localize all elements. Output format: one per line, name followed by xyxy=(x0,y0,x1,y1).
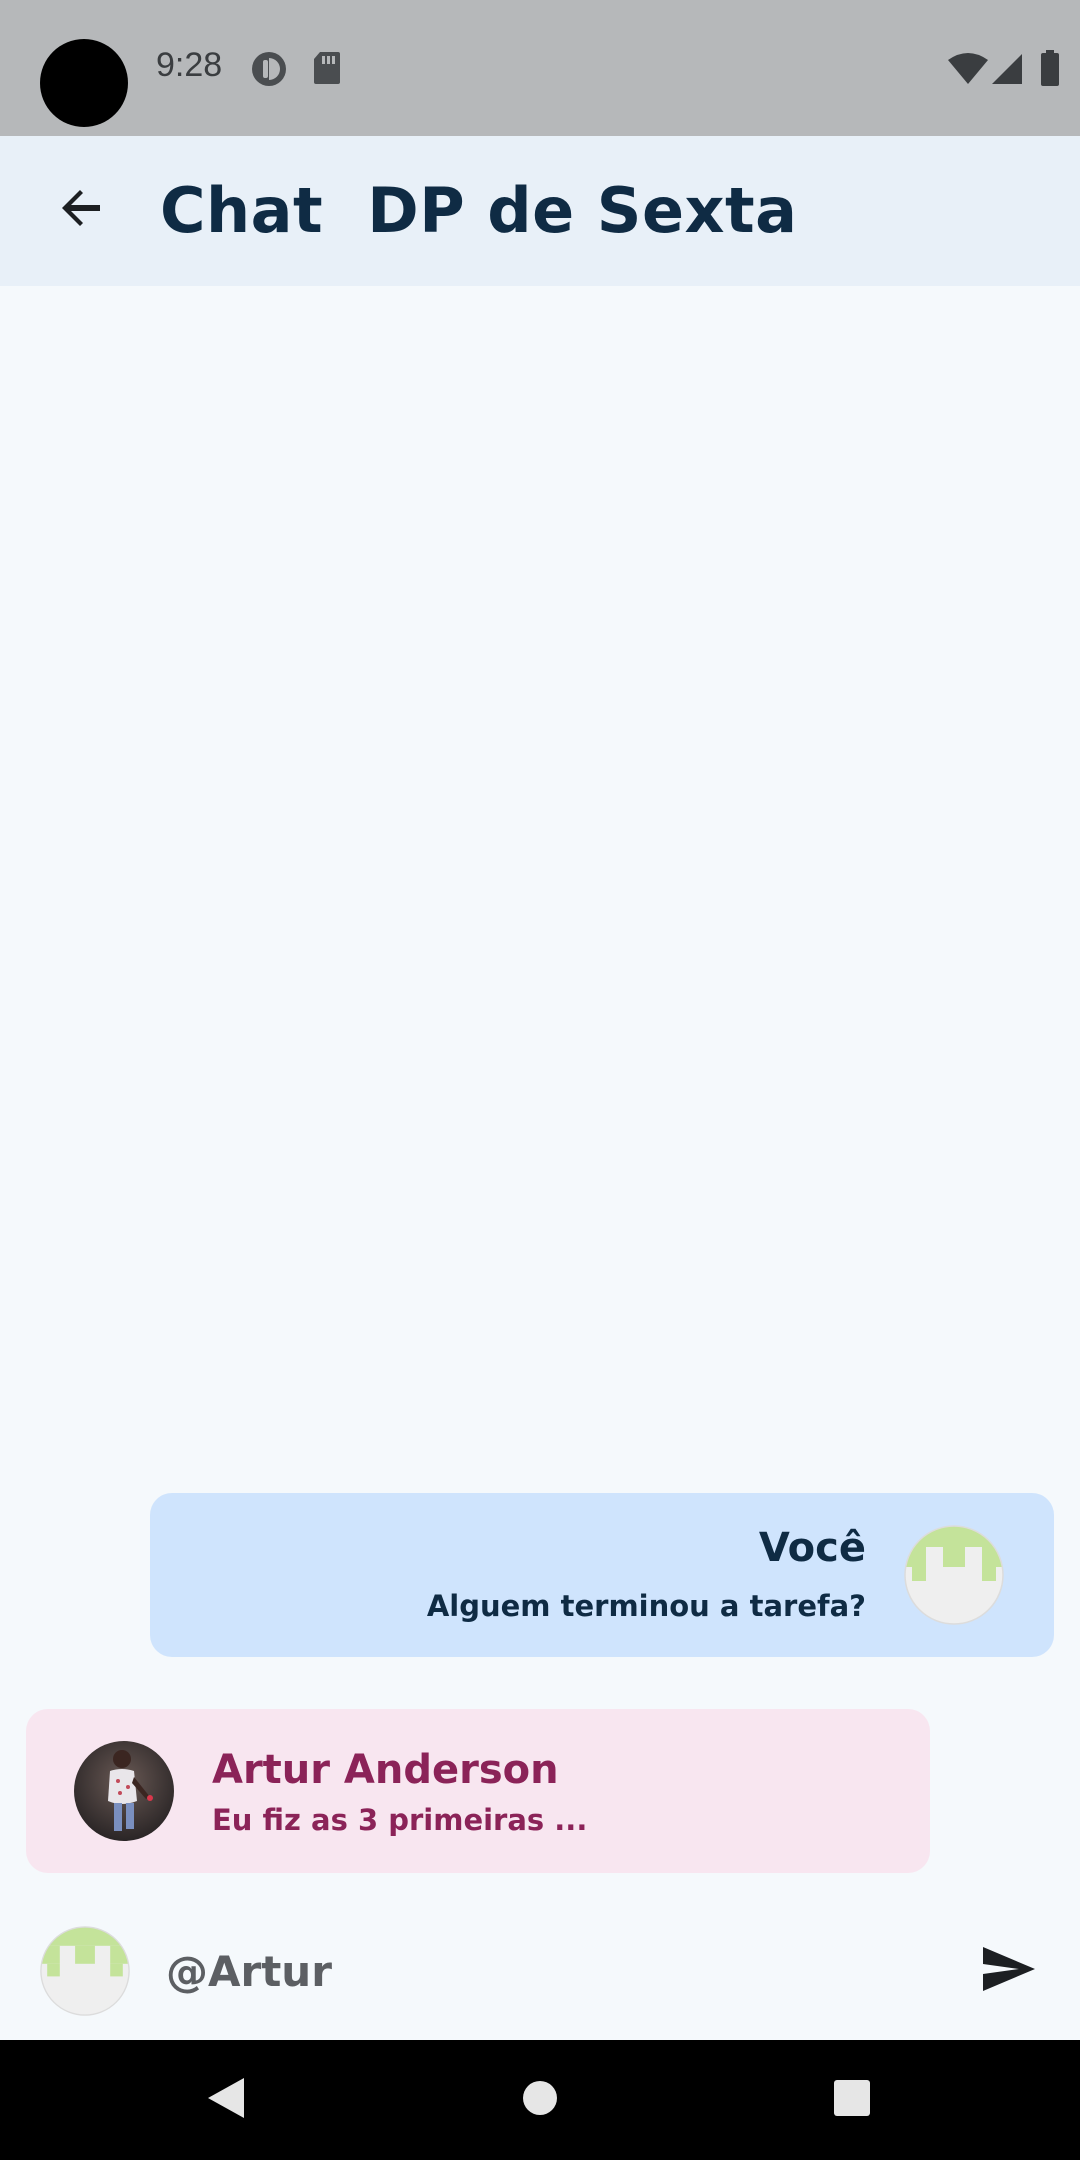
avatar[interactable] xyxy=(74,1741,174,1841)
nav-home-button[interactable] xyxy=(510,2070,570,2130)
message-author: Artur Anderson xyxy=(212,1747,559,1793)
message-composer xyxy=(0,1900,1080,2040)
system-nav-bar xyxy=(0,2040,1080,2160)
home-circle-icon xyxy=(520,2078,560,2123)
camera-cutout xyxy=(40,39,128,127)
message-bubble-self[interactable]: Você Alguem terminou a tarefa? xyxy=(150,1493,1054,1657)
chat-screen: 9:28 Chat DP de Sexta Você Alguem termin… xyxy=(0,0,1080,2160)
send-icon xyxy=(981,1945,1037,1998)
battery-icon xyxy=(1040,50,1060,91)
page-title: Chat DP de Sexta xyxy=(160,174,798,247)
avatar[interactable] xyxy=(904,1525,1004,1625)
message-bubble-other[interactable]: Artur Anderson Eu fiz as 3 primeiras ... xyxy=(26,1709,930,1873)
data-saver-icon xyxy=(250,50,288,93)
message-input[interactable] xyxy=(166,1936,946,2006)
status-bar: 9:28 xyxy=(0,0,1080,136)
back-triangle-icon xyxy=(204,2076,248,2125)
app-bar: Chat DP de Sexta xyxy=(0,136,1080,286)
nav-back-button[interactable] xyxy=(196,2070,256,2130)
send-button[interactable] xyxy=(974,1936,1044,2006)
message-text: Eu fiz as 3 primeiras ... xyxy=(212,1803,588,1837)
recents-square-icon xyxy=(832,2078,872,2123)
arrow-back-icon xyxy=(60,186,104,235)
wifi-icon xyxy=(946,52,990,91)
message-author: Você xyxy=(758,1525,866,1571)
avatar[interactable] xyxy=(40,1926,130,2016)
status-time: 9:28 xyxy=(156,46,223,84)
back-button[interactable] xyxy=(44,172,120,248)
cellular-signal-icon xyxy=(990,52,1024,91)
sd-card-icon xyxy=(312,50,342,91)
message-text: Alguem terminou a tarefa? xyxy=(426,1589,866,1623)
nav-recents-button[interactable] xyxy=(822,2070,882,2130)
